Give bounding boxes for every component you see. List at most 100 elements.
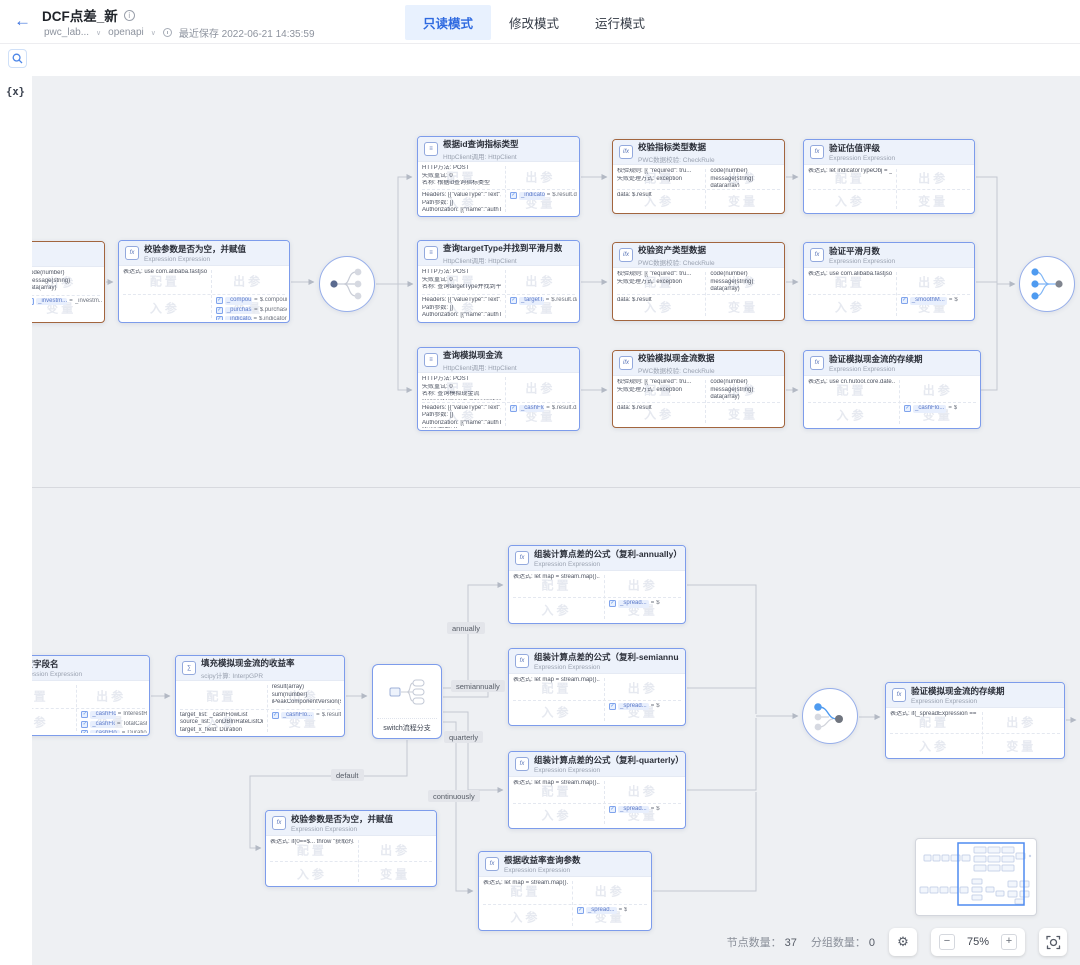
tab-run-mode[interactable]: 运行模式 [577, 5, 663, 40]
node-fill-cashflow-yield[interactable]: ∑填充模拟现金流的收益率scipy计算: InterpGPR配置出参入参变量re… [175, 655, 345, 737]
node-count: 节点数量：37 [727, 934, 797, 950]
node-config-tr: result(array)sum(number)iPeakComponentVe… [272, 684, 341, 707]
node-config-tl: 表达式: let map = stream.map()... [513, 574, 600, 595]
node-verify-cashflow-duration-2[interactable]: fx验证模拟现金流的存续期Expression Expression配置出参入参… [885, 682, 1065, 759]
check-node-icon: ifx [619, 248, 633, 262]
workspace-select[interactable]: pwc_lab... [44, 27, 89, 38]
node-formula-semiannually[interactable]: fx组装计算点差的公式（复利-semiannually）Expression E… [508, 648, 686, 726]
config-line: Path参数: [] [422, 305, 501, 313]
node-variables [710, 297, 782, 318]
node-check-indicator-type[interactable]: ifx校验指标类型数据PWC数据校验: CheckRule配置出参入参变量校验规… [612, 139, 785, 214]
node-config-tl: 表达式: use cn.hutool.core.date... [808, 379, 895, 400]
node-http-query-cashflow[interactable]: ≡查询模拟现金流HttpClient调用: HttpClient配置出参入参变量… [417, 347, 580, 431]
config-line: Headers: [{"valueType":"Text","n... [422, 405, 501, 413]
service-select[interactable]: openapi [108, 27, 144, 38]
expr-node-icon: fx [125, 246, 139, 260]
node-config-tr [609, 677, 682, 698]
variable-pill: _targetT... [519, 297, 544, 305]
node-check-cashflow-data[interactable]: ifx校验模拟现金流数据PWC数据校验: CheckRule配置出参入参变量校验… [612, 350, 785, 428]
node-config-tr [216, 269, 286, 292]
node-variables [363, 864, 434, 884]
variable-badge: ✓_smoothM...=$ [901, 297, 972, 305]
variable-value: $.result [322, 712, 342, 720]
config-line: 表达式: let map = stream.map()... [513, 780, 600, 788]
gateway-fork-top[interactable] [319, 256, 375, 312]
gateway-join-top[interactable] [1019, 256, 1075, 312]
minimap[interactable] [915, 838, 1037, 916]
node-http-query-indicator-type[interactable]: ≡根据id查询指标类型HttpClient调用: HttpClient配置出参入… [417, 136, 580, 217]
variable-value: InterestRate [123, 711, 147, 719]
node-config-bl: data: $.result [617, 192, 701, 211]
node-header: fx验证模拟现金流的存续期Expression Expression [804, 351, 980, 375]
tab-readonly-mode[interactable]: 只读模式 [405, 5, 491, 40]
node-body: 配置出参入参变量HTTP方法: POST失败重试: 0名称: 查询targetT… [418, 265, 579, 322]
variable-pill: _spread... [618, 806, 649, 814]
node-title: 填充模拟现金流的收益率 [201, 657, 295, 669]
config-line: sum(number) [272, 692, 341, 700]
checkbox-icon: ✓ [81, 711, 88, 718]
search-icon [12, 53, 23, 64]
info-icon[interactable]: i [124, 10, 135, 21]
node-subtitle: Expression Expression [829, 258, 895, 265]
tab-edit-mode[interactable]: 修改模式 [491, 5, 577, 40]
edge-label-annually: annually [447, 622, 485, 634]
variable-pill: _investm... [36, 298, 67, 306]
node-http-query-targettype[interactable]: ≡查询targetType并找到平滑月数HttpClient调用: HttpCl… [417, 240, 580, 323]
node-formula-quarterly[interactable]: fx组装计算点差的公式（复利-quarterly）Expression Expr… [508, 751, 686, 829]
chevron-down-icon: ∨ [96, 29, 101, 37]
variable-value: $ [656, 600, 659, 608]
expr-node-icon: fx [810, 356, 824, 370]
checkbox-icon: ✓ [609, 806, 616, 813]
config-line: 失败处理方式: exception [617, 176, 701, 184]
checkbox-icon: ✓ [216, 297, 223, 304]
status-bar: 节点数量：37 分组数量：0 ⚙ − 75% + [727, 928, 1067, 956]
zoom-in-button[interactable]: + [1001, 934, 1017, 950]
node-verify-cashflow-duration[interactable]: fx验证模拟现金流的存续期Expression Expression配置出参入参… [803, 350, 981, 429]
node-config-tl: 表达式: use com.alibaba.fastjson... [123, 269, 207, 292]
variable-badge: ✓_cashFlo...=$ [904, 405, 978, 413]
node-variables: ✓_smoothM...=$ [901, 297, 972, 318]
node-body: 配置出参入参变量校验规则: [{ "required": tru...失败处理方… [613, 375, 784, 427]
node-config-tr [81, 684, 146, 706]
node-check-asset-type[interactable]: ifx校验资产类型数据PWC数据校验: CheckRule配置出参入参变量校验规… [612, 242, 785, 321]
node-variables: ✓_compou...=$.compoun...✓_purchas...=$.p… [216, 297, 287, 320]
node-query-params-by-yield[interactable]: fx根据收益率查询参数Expression Expression配置出参入参变量… [478, 851, 652, 931]
node-subtitle: Expression Expression [829, 155, 895, 162]
node-check-params-assign-2[interactable]: fx校验参数是否为空，并赋值Expression Expression配置出参入… [265, 810, 437, 887]
settings-button[interactable]: ⚙ [889, 928, 917, 956]
zoom-out-button[interactable]: − [939, 934, 955, 950]
node-config-bl: data: $.result [617, 405, 701, 426]
node-verify-valuation-rating[interactable]: fx验证估值评级Expression Expression配置出参入参变量表达式… [803, 139, 975, 214]
config-line: 失败处理方式: exception [617, 279, 701, 287]
node-header: fx校验参数是否为空，并赋值Expression Expression [266, 811, 436, 835]
fit-view-button[interactable] [1039, 928, 1067, 956]
config-line: 表达式: let map = stream.map()... [483, 880, 568, 888]
checkbox-icon: ✓ [901, 297, 908, 304]
gateway-join-bottom[interactable] [802, 688, 858, 744]
node-verify-smooth-months[interactable]: fx验证平滑月数Expression Expression配置出参入参变量表达式… [803, 242, 975, 321]
node-config-tl: 表达式: if(0==$... throw "获取的... [270, 839, 354, 859]
back-button[interactable]: ← [14, 11, 31, 31]
node-header: fx组装计算点差的公式（复利-quarterly）Expression Expr… [509, 752, 685, 776]
variable-badge: ✓_cashFlo...=Duration [81, 730, 147, 733]
node-config-tl: 表达式: let map = stream.map()... [483, 880, 568, 902]
config-line: 表达式: if(0==$... throw "获取的... [270, 839, 354, 847]
config-line: data: $.result [617, 192, 701, 200]
node-title: 组装计算点差的公式（复利-annually） [534, 548, 679, 560]
node-formula-annually[interactable]: fx组装计算点差的公式（复利-annually）Expression Expre… [508, 545, 686, 624]
variable-badge: ✓_spread...=$ [609, 703, 683, 711]
node-variables: ✓_spread...=$ [609, 703, 683, 724]
node-switch-branch[interactable]: switch流程分支 [372, 664, 442, 739]
node-config-tl: HTTP方法: POST失败重试: 0名称: 查询targetType并找到平滑… [422, 269, 501, 292]
node-check-params-assign[interactable]: fx校验参数是否为空，并赋值Expression Expression配置出参入… [118, 240, 290, 323]
node-config-bl [513, 806, 600, 827]
search-button[interactable] [8, 49, 27, 68]
variables-icon[interactable]: {x} [6, 86, 25, 98]
node-title: 根据id查询指标类型 [443, 138, 519, 150]
config-line: ConnectTimeout: {"description"... [422, 399, 501, 400]
page-title: DCF点差_新 [42, 5, 118, 25]
node-config-tr [904, 379, 977, 400]
checkbox-icon: ✓ [904, 405, 911, 412]
variable-pill: _indicato... [225, 316, 252, 320]
variable-value: $.compoun... [260, 297, 287, 305]
